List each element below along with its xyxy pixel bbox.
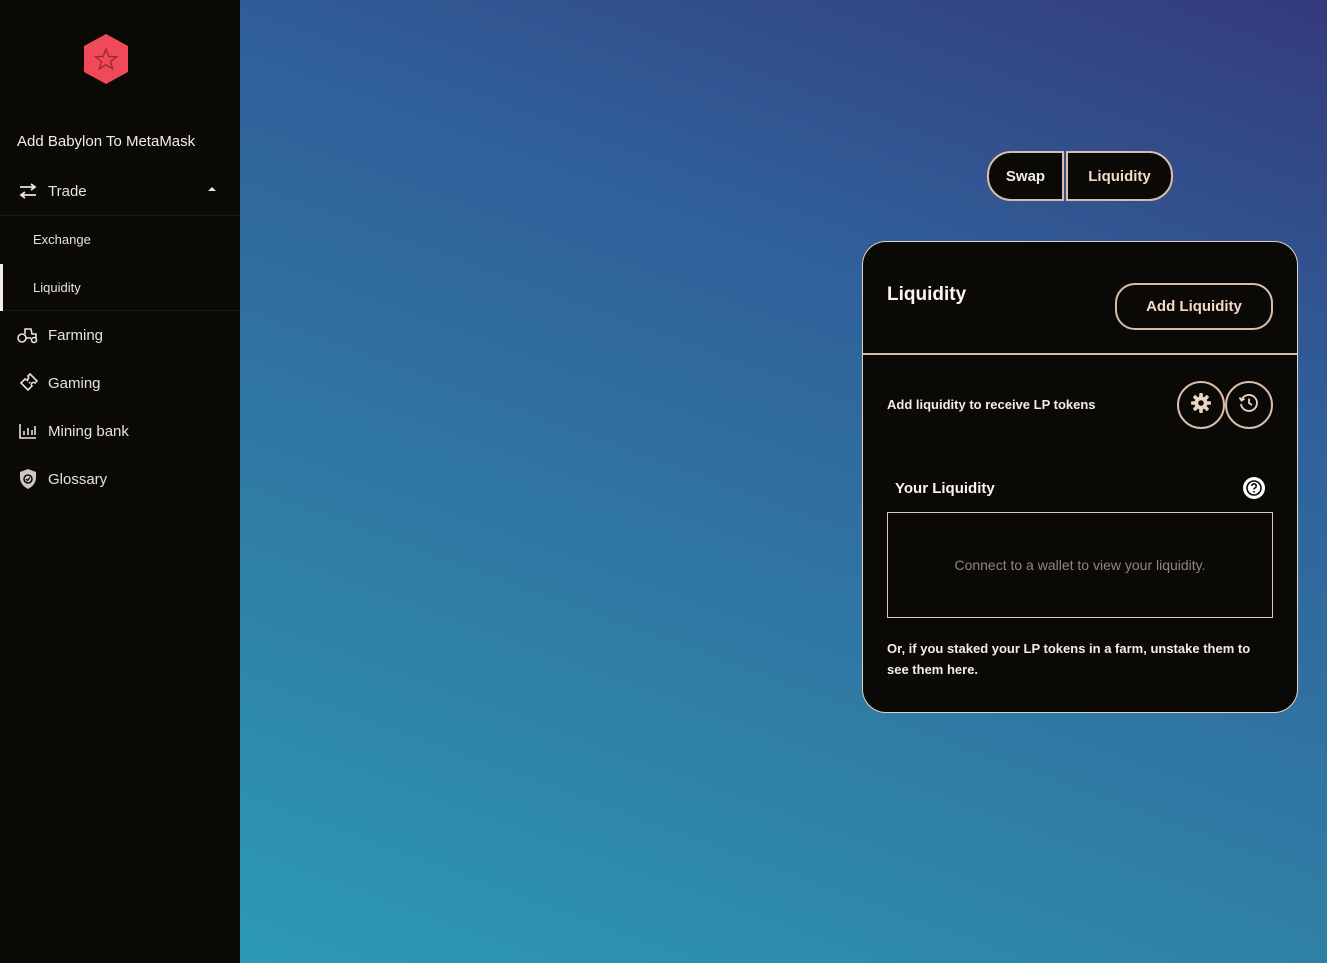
your-liquidity-heading: Your Liquidity	[895, 480, 995, 497]
empty-message: Connect to a wallet to view your liquidi…	[954, 557, 1206, 573]
staked-lp-note: Or, if you staked your LP tokens in a fa…	[887, 641, 1251, 677]
sidebar-item-label: Gaming	[48, 374, 101, 392]
card-subtitle: Add liquidity to receive LP tokens	[887, 397, 1096, 412]
add-to-metamask-link[interactable]: Add Babylon To MetaMask	[17, 133, 195, 150]
liquidity-card: Liquidity Add Liquidity Add liquidity to…	[862, 241, 1298, 713]
bar-chart-icon	[17, 420, 39, 442]
sidebar-subitem-label: Exchange	[33, 232, 91, 247]
gear-icon	[1190, 392, 1212, 419]
sidebar: Add Babylon To MetaMask Trade Exchange L…	[0, 0, 240, 963]
shield-icon	[17, 468, 39, 490]
tractor-icon	[17, 324, 39, 346]
swap-liquidity-tabs: Swap Liquidity	[987, 151, 1173, 201]
sidebar-item-trade[interactable]: Trade	[0, 167, 240, 215]
sidebar-item-mining-bank[interactable]: Mining bank	[0, 407, 240, 455]
sidebar-subitem-label: Liquidity	[33, 280, 81, 295]
sidebar-item-label: Mining bank	[48, 422, 129, 440]
add-liquidity-button[interactable]: Add Liquidity	[1115, 283, 1273, 330]
liquidity-empty-state: Connect to a wallet to view your liquidi…	[887, 512, 1273, 618]
sidebar-item-farming[interactable]: Farming	[0, 311, 240, 359]
babylon-logo-icon[interactable]	[80, 32, 132, 86]
sidebar-item-label: Farming	[48, 326, 104, 344]
tab-liquidity[interactable]: Liquidity	[1066, 151, 1173, 201]
history-icon	[1238, 392, 1260, 419]
caret-up-icon	[208, 187, 216, 191]
sidebar-item-label: Trade	[48, 182, 87, 200]
card-title: Liquidity	[887, 284, 967, 305]
swap-arrows-icon	[17, 180, 39, 202]
sidebar-item-gaming[interactable]: Gaming	[0, 359, 240, 407]
trade-submenu: Exchange Liquidity	[0, 215, 240, 311]
card-header: Liquidity Add Liquidity	[863, 242, 1297, 355]
tab-swap[interactable]: Swap	[987, 151, 1064, 201]
sidebar-subitem-liquidity[interactable]: Liquidity	[0, 264, 238, 311]
sidebar-item-label: Glossary	[48, 470, 108, 488]
ticket-icon	[17, 372, 39, 394]
question-icon[interactable]	[1243, 477, 1265, 499]
sidebar-item-glossary[interactable]: Glossary	[0, 455, 240, 503]
settings-button[interactable]	[1177, 381, 1225, 429]
history-button[interactable]	[1225, 381, 1273, 429]
sidebar-subitem-exchange[interactable]: Exchange	[0, 216, 238, 263]
